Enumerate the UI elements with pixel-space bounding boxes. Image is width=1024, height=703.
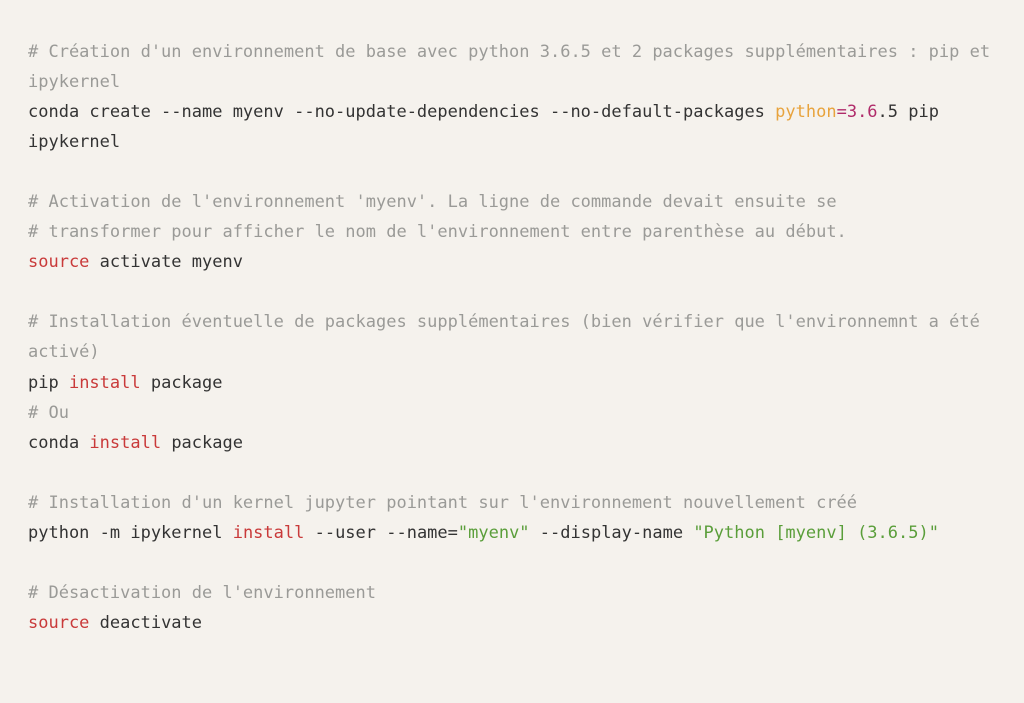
code-token: package: [141, 373, 223, 393]
code-token: =: [837, 102, 847, 122]
code-token: install: [69, 373, 141, 393]
code-token: # Désactivation de l'environnement: [28, 583, 376, 603]
code-token: 3.6: [847, 102, 878, 122]
code-token: "myenv": [458, 523, 530, 543]
code-token: install: [233, 523, 305, 543]
code-token: # Installation d'un kernel jupyter point…: [28, 493, 857, 513]
code-token: deactivate: [89, 613, 202, 633]
code-token: conda: [28, 433, 89, 453]
code-token: --display-name: [530, 523, 694, 543]
code-token: "Python [myenv] (3.6.5)": [693, 523, 939, 543]
code-token: install: [89, 433, 161, 453]
code-token: # Installation éventuelle de packages su…: [28, 312, 990, 362]
code-token: # Activation de l'environnement 'myenv'.…: [28, 192, 837, 212]
code-token: # Création d'un environnement de base av…: [28, 42, 1000, 92]
code-token: conda create --name myenv --no-update-de…: [28, 102, 775, 122]
code-content: # Création d'un environnement de base av…: [28, 42, 1000, 633]
code-token: source: [28, 252, 89, 272]
code-token: # transformer pour afficher le nom de l'…: [28, 222, 847, 242]
code-token: package: [161, 433, 243, 453]
code-token: python -m ipykernel: [28, 523, 233, 543]
code-token: python: [775, 102, 836, 122]
code-block: # Création d'un environnement de base av…: [0, 0, 1024, 677]
code-token: source: [28, 613, 89, 633]
code-token: # Ou: [28, 403, 69, 423]
code-token: pip: [28, 373, 69, 393]
code-token: --user --name=: [304, 523, 458, 543]
code-token: activate myenv: [89, 252, 243, 272]
